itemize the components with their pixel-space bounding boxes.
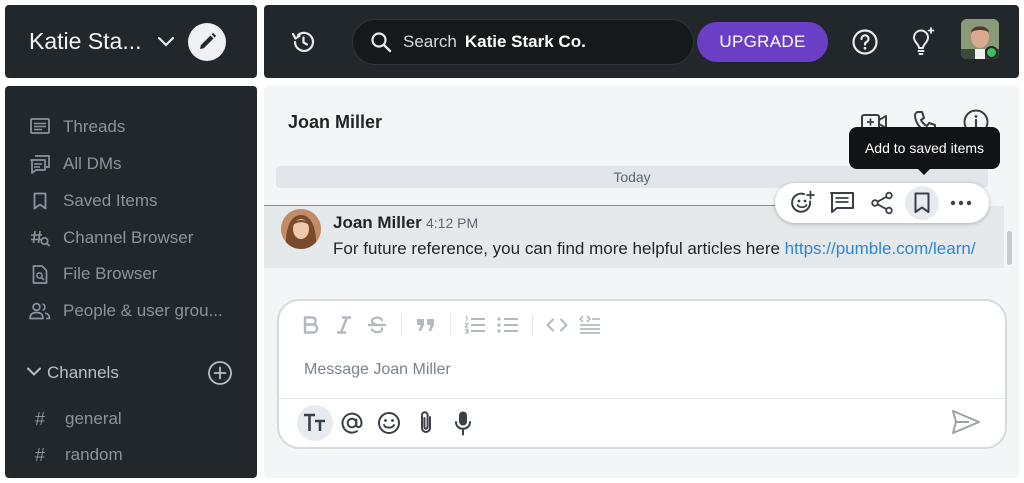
- composer-divider: [279, 398, 1005, 399]
- add-reaction-icon[interactable]: [786, 186, 820, 220]
- scrollbar-thumb[interactable]: [1007, 231, 1012, 265]
- conversation-panel: Joan Miller Today Joan Miller 4:12 PM Fo…: [264, 86, 1019, 478]
- message-composer[interactable]: Message Joan Miller: [277, 299, 1007, 449]
- code-icon[interactable]: [545, 313, 569, 337]
- compose-button[interactable]: [187, 22, 226, 61]
- help-icon[interactable]: [851, 28, 879, 56]
- microphone-icon[interactable]: [445, 405, 481, 441]
- lightbulb-icon[interactable]: [907, 25, 937, 57]
- tooltip: Add to saved items: [849, 127, 1000, 169]
- sidebar-item-channel-browser[interactable]: Channel Browser: [29, 225, 193, 251]
- message-timestamp: 4:12 PM: [426, 215, 479, 231]
- sidebar-item-all-dms[interactable]: All DMs: [29, 151, 122, 177]
- top-bar: Search Katie Stark Co. UPGRADE: [264, 5, 1019, 78]
- channel-label: general: [65, 409, 122, 428]
- sidebar-item-threads[interactable]: Threads: [29, 114, 125, 140]
- sidebar-item-saved-items[interactable]: Saved Items: [29, 188, 158, 214]
- toolbar-separator: [532, 314, 533, 336]
- app-root: Katie Sta... Search Katie Stark Co. UPGR…: [0, 0, 1024, 483]
- sidebar-item-file-browser[interactable]: File Browser: [29, 261, 157, 287]
- reply-thread-icon[interactable]: [825, 186, 859, 220]
- sidebar-item-label: All DMs: [63, 154, 122, 173]
- sidebar: Threads All DMs Saved Items Channel Brow…: [5, 86, 257, 478]
- sidebar-item-people[interactable]: People & user grou...: [29, 298, 223, 324]
- file-browser-icon: [29, 263, 51, 285]
- sidebar-item-label: People & user grou...: [63, 301, 223, 320]
- italic-icon[interactable]: [332, 313, 356, 337]
- message-link[interactable]: https://pumble.com/learn/: [785, 239, 976, 258]
- search-scope: Katie Stark Co.: [464, 32, 586, 51]
- strikethrough-icon[interactable]: [365, 313, 389, 337]
- search-icon: [369, 30, 393, 54]
- conversation-title[interactable]: Joan Miller: [288, 112, 382, 133]
- toolbar-separator: [401, 314, 402, 336]
- pencil-icon: [199, 32, 216, 49]
- channel-item-random[interactable]: # random: [35, 443, 123, 467]
- channels-label: Channels: [47, 363, 119, 382]
- bookmark-icon: [914, 192, 930, 213]
- save-item-button[interactable]: [904, 186, 939, 220]
- workspace-name[interactable]: Katie Sta...: [29, 28, 142, 55]
- workspace-header: Katie Sta...: [5, 5, 257, 78]
- message-text: For future reference, you can find more …: [333, 239, 976, 259]
- bold-icon[interactable]: [299, 313, 323, 337]
- upgrade-button[interactable]: UPGRADE: [697, 22, 828, 62]
- bookmark-icon: [29, 190, 51, 212]
- text-formatting-icon[interactable]: [297, 405, 333, 441]
- search-input[interactable]: Search Katie Stark Co.: [352, 19, 694, 65]
- tooltip-arrow: [917, 168, 931, 175]
- formatting-toolbar: [299, 313, 611, 337]
- more-options-icon[interactable]: [944, 186, 978, 220]
- toolbar-separator: [450, 314, 451, 336]
- composer-actions: [297, 405, 482, 441]
- all-dms-icon: [29, 153, 51, 175]
- bulleted-list-icon[interactable]: [496, 313, 520, 337]
- emoji-icon[interactable]: [371, 405, 407, 441]
- message-author[interactable]: Joan Miller: [333, 213, 422, 233]
- channels-section-header[interactable]: Channels: [27, 360, 233, 386]
- message-actions-toolbar: [775, 183, 989, 223]
- message-input-placeholder[interactable]: Message Joan Miller: [304, 361, 451, 379]
- code-block-icon[interactable]: [578, 313, 602, 337]
- message-body: For future reference, you can find more …: [333, 239, 785, 258]
- online-status-badge: [985, 46, 998, 59]
- search-placeholder: Search: [403, 32, 457, 51]
- mention-icon[interactable]: [334, 405, 370, 441]
- threads-icon: [29, 116, 51, 138]
- quote-icon[interactable]: [414, 313, 438, 337]
- share-icon[interactable]: [865, 186, 899, 220]
- hash-icon: #: [35, 444, 46, 465]
- chevron-down-icon[interactable]: [156, 32, 176, 52]
- sidebar-item-label: Channel Browser: [63, 228, 194, 247]
- numbered-list-icon[interactable]: [463, 313, 487, 337]
- history-icon[interactable]: [288, 27, 318, 57]
- send-icon[interactable]: [951, 409, 983, 437]
- chevron-down-icon[interactable]: [27, 364, 41, 382]
- channel-browser-icon: [29, 227, 51, 249]
- sidebar-item-label: Saved Items: [63, 191, 158, 210]
- channel-label: random: [65, 445, 123, 464]
- avatar[interactable]: [281, 209, 321, 249]
- add-channel-icon[interactable]: [207, 360, 233, 386]
- sidebar-item-label: File Browser: [63, 264, 158, 283]
- hash-icon: #: [35, 408, 46, 429]
- attachment-icon[interactable]: [408, 405, 444, 441]
- sidebar-item-label: Threads: [63, 117, 126, 136]
- channel-item-general[interactable]: # general: [35, 407, 122, 431]
- people-icon: [29, 300, 51, 322]
